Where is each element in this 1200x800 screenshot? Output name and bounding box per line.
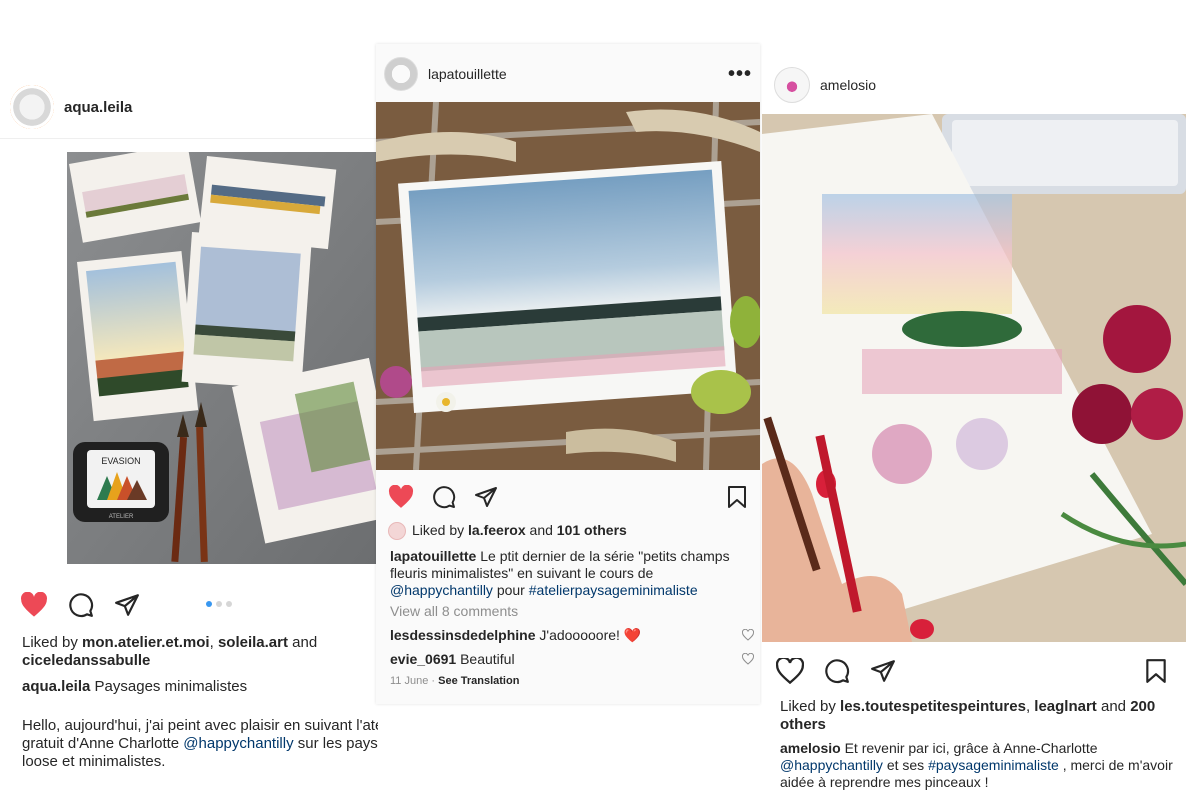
liker-avatar [388, 522, 406, 541]
share-icon[interactable] [870, 658, 896, 684]
post-actions [20, 590, 140, 620]
separator: , [209, 634, 218, 651]
liked-by-user[interactable]: leaglnart [1034, 698, 1097, 715]
liked-by-others[interactable]: 101 others [557, 522, 627, 538]
post-actions [776, 656, 1168, 686]
comment-username[interactable]: lesdessinsdedelphine [390, 627, 536, 643]
avatar[interactable] [384, 57, 418, 91]
comment-icon[interactable] [432, 485, 456, 509]
avatar[interactable] [10, 85, 54, 129]
watercolor-flowers-photo [762, 114, 1186, 642]
caption-text: Paysages minimalistes [90, 678, 248, 695]
carousel-dot [226, 601, 232, 607]
likes-line: Liked by mon.atelier.et.moi, soleila.art… [22, 634, 367, 670]
mention-link[interactable]: @happychantilly [390, 582, 493, 598]
heart-filled-icon[interactable] [388, 485, 414, 509]
post-header: aqua.leila [10, 84, 132, 130]
view-all-comments[interactable]: View all 8 comments [390, 602, 518, 620]
share-icon[interactable] [474, 485, 498, 509]
mention-link[interactable]: @happychantilly [780, 757, 883, 773]
caption-username[interactable]: lapatouillette [390, 548, 476, 564]
hashtag-link[interactable]: #atelierpaysageminimaliste [529, 582, 698, 598]
heart-outline-icon[interactable] [741, 628, 755, 646]
caption-text: pour [492, 582, 529, 598]
caption: lapatouillette Le ptit dernier de la sér… [390, 548, 750, 599]
hashtag-link[interactable]: #paysageminimaliste [928, 757, 1059, 773]
header-divider [0, 138, 378, 139]
and-text: and [1096, 698, 1131, 715]
mention-link[interactable]: @happychantilly [183, 735, 293, 752]
caption-username[interactable]: aqua.leila [22, 678, 90, 695]
carousel-dot [206, 601, 212, 607]
likes-line: Liked by les.toutespetitespeintures, lea… [780, 698, 1180, 734]
caption-text: Et revenir par ici, grâce à Anne-Charlot… [840, 740, 1098, 756]
more-options-icon[interactable]: ••• [728, 63, 752, 86]
caption-text: et ses [882, 757, 929, 773]
comment-row: evie_0691 Beautiful [390, 650, 750, 668]
bookmark-icon[interactable] [726, 485, 748, 509]
caption: amelosio Et revenir par ici, grâce à Ann… [780, 740, 1180, 791]
liked-by-user[interactable]: la.feerox [468, 522, 526, 538]
watercolor-cards-photo: EVASION ATELIER [67, 152, 378, 564]
heart-outline-icon[interactable] [741, 652, 755, 670]
comment-username[interactable]: evie_0691 [390, 651, 456, 667]
post-aqua-leila: aqua.leila EVASION ATELIER Liked by mon.… [0, 60, 378, 800]
post-amelosio: amelosio Liked by les.toutespetitespeint… [762, 56, 1200, 800]
see-translation-link[interactable]: See Translation [438, 675, 519, 687]
liked-by-user[interactable]: ciceledanssabulle [22, 652, 150, 669]
liked-by-user[interactable]: les.toutespetitespeintures [840, 698, 1026, 715]
body-text: Hello, aujourd'hui, j'ai peint avec plai… [22, 717, 378, 771]
comment-icon[interactable] [824, 658, 850, 684]
post-username[interactable]: aqua.leila [64, 99, 132, 116]
avatar[interactable] [774, 67, 810, 103]
caption-username[interactable]: amelosio [780, 740, 841, 756]
post-header: amelosio [774, 66, 876, 104]
post-date: 11 June [390, 675, 429, 687]
carousel-dot [216, 601, 222, 607]
and-text: and [525, 522, 557, 538]
liked-by-prefix: Liked by [412, 522, 469, 538]
comment-icon[interactable] [68, 592, 94, 618]
paintbox-label: EVASION [101, 456, 140, 466]
comment-text: Beautiful [456, 651, 515, 667]
liked-by-prefix: Liked by [22, 634, 83, 651]
post-photo[interactable]: EVASION ATELIER [67, 152, 378, 564]
carousel-indicator [206, 601, 232, 607]
comment-text: J'adooooore! ❤️ [535, 627, 642, 643]
post-meta: 11 June · See Translation [390, 672, 519, 690]
heart-filled-icon[interactable] [20, 592, 48, 618]
post-lapatouillette: lapatouillette ••• Liked by la.feerox an… [376, 44, 760, 704]
post-photo[interactable] [762, 114, 1186, 642]
post-username[interactable]: lapatouillette [428, 66, 507, 82]
liked-by-prefix: Liked by [780, 698, 841, 715]
liked-by-user[interactable]: mon.atelier.et.moi [82, 634, 210, 651]
paintbox-sublabel: ATELIER [109, 514, 134, 520]
post-actions [388, 482, 748, 512]
post-username[interactable]: amelosio [820, 77, 876, 93]
caption: aqua.leila Paysages minimalistes [22, 678, 367, 696]
likes-line: Liked by la.feerox and 101 others [388, 521, 748, 541]
comment-row: lesdessinsdedelphine J'adooooore! ❤️ [390, 626, 750, 644]
share-icon[interactable] [114, 592, 140, 618]
meta-separator: · [428, 675, 439, 687]
liked-by-user[interactable]: soleila.art [218, 634, 288, 651]
bookmark-icon[interactable] [1144, 658, 1168, 684]
post-header: lapatouillette ••• [384, 56, 752, 92]
heart-outline-icon[interactable] [776, 658, 804, 684]
watercolor-landscape-photo [376, 102, 760, 470]
and-text: and [287, 634, 318, 651]
post-photo[interactable] [376, 102, 760, 470]
